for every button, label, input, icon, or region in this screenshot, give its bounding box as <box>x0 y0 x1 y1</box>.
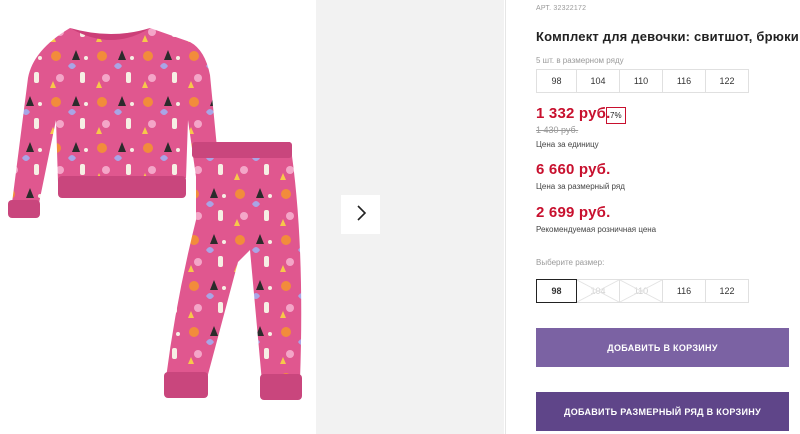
pack-label: 5 шт. в размерном ряду <box>536 56 624 65</box>
size-option-122[interactable]: 122 <box>705 279 749 303</box>
choose-size-label: Выберите размер: <box>536 258 605 267</box>
retail-price-caption: Рекомендуемая розничная цена <box>536 225 657 234</box>
product-sku: АРТ. 32322172 <box>536 5 587 12</box>
pack-size-110: 110 <box>619 69 663 93</box>
product-info: АРТ. 32322172 Комплект для девочки: свит… <box>536 0 799 434</box>
pajama-set-image <box>8 28 302 400</box>
chevron-right-icon <box>354 204 368 225</box>
size-option-104: 104 <box>576 279 620 303</box>
pack-price: 6 660 руб. <box>536 161 611 178</box>
next-photo-button[interactable] <box>341 195 380 234</box>
pack-size-104: 104 <box>576 69 620 93</box>
divider <box>505 0 506 434</box>
unit-price-caption: Цена за единицу <box>536 140 599 149</box>
pack-size-row: 98 104 110 116 122 <box>536 69 749 93</box>
size-option-116[interactable]: 116 <box>662 279 706 303</box>
size-option-98[interactable]: 98 <box>536 279 577 303</box>
old-price: 1 430 руб. <box>536 125 579 135</box>
add-pack-to-cart-button[interactable]: ДОБАВИТЬ РАЗМЕРНЫЙ РЯД В КОРЗИНУ <box>536 392 789 431</box>
pack-size-98: 98 <box>536 69 577 93</box>
add-to-cart-button[interactable]: ДОБАВИТЬ В КОРЗИНУ <box>536 328 789 367</box>
product-photo-main[interactable] <box>0 0 316 434</box>
pack-size-122: 122 <box>705 69 749 93</box>
pack-price-caption: Цена за размерный ряд <box>536 182 625 191</box>
unavailable-cross-icon <box>577 280 619 302</box>
product-title: Комплект для девочки: свитшот, брюки <box>536 29 800 44</box>
size-option-110: 110 <box>619 279 663 303</box>
unavailable-cross-icon <box>620 280 662 302</box>
discount-badge: 7% <box>606 107 626 124</box>
retail-price: 2 699 руб. <box>536 204 611 221</box>
pack-size-116: 116 <box>662 69 706 93</box>
product-gallery <box>0 0 520 434</box>
size-selector: 98 104 110 116 122 <box>536 279 749 303</box>
unit-price: 1 332 руб. <box>536 105 611 122</box>
